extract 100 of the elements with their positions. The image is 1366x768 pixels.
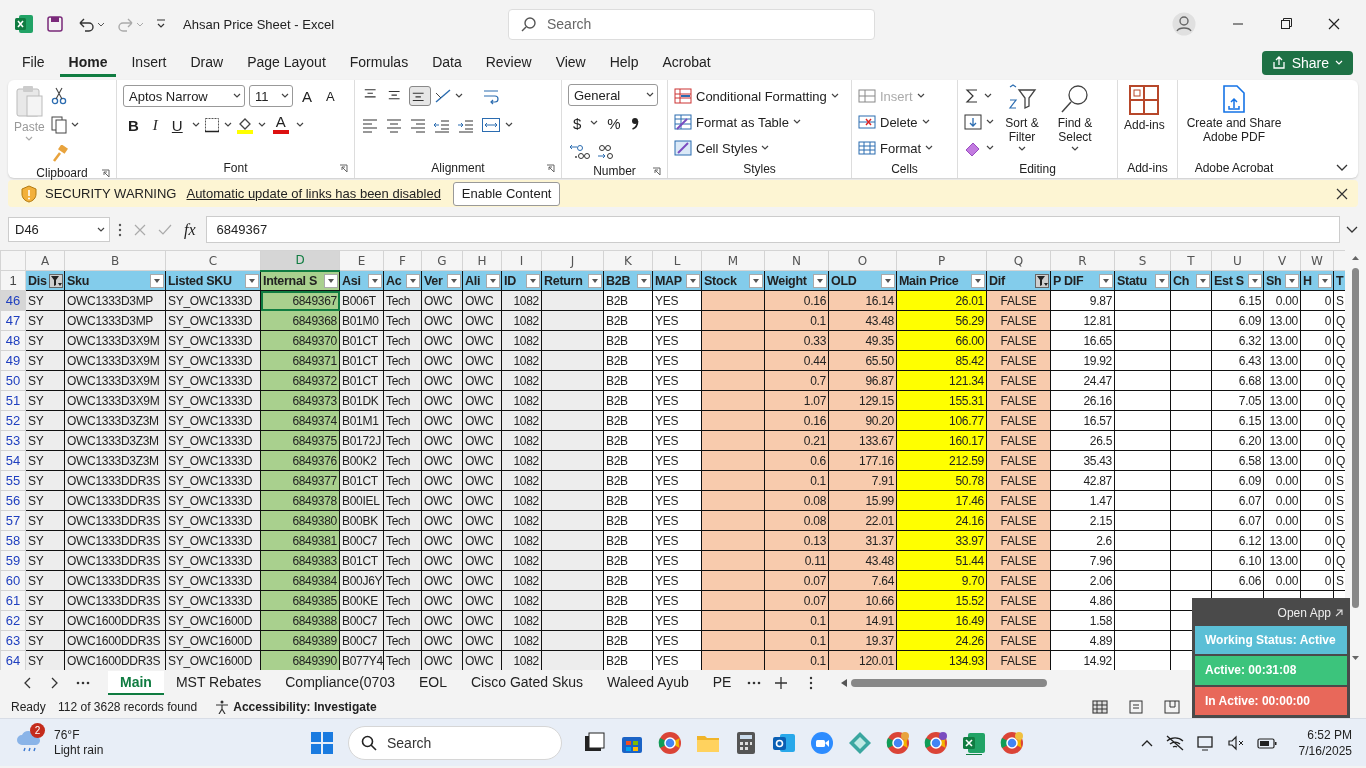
row-number[interactable]: 57 [0,510,26,531]
start-icon[interactable] [310,730,334,755]
increase-decimal-icon[interactable] [568,143,592,161]
eraser-icon[interactable] [964,140,982,156]
column-letter[interactable]: U [1211,250,1264,271]
caret-icon[interactable] [233,93,241,99]
caret-icon[interactable] [191,122,200,128]
clock-date[interactable]: 7/16/2025 [1298,742,1352,759]
caret-icon[interactable] [792,119,801,125]
filter-dropdown-icon[interactable] [324,273,338,288]
search-field[interactable]: Search [508,8,875,40]
browser-icon[interactable] [924,730,948,755]
menu-tab[interactable]: View [546,49,595,77]
previous-sheet-icon[interactable] [24,677,32,689]
column-letter[interactable]: T [1170,250,1212,271]
row-number[interactable]: 54 [0,450,26,471]
save-icon[interactable] [46,15,64,33]
taskbar-search[interactable]: Search [348,725,562,760]
row-number[interactable]: 55 [0,470,26,491]
font-color-button[interactable]: A [269,114,292,136]
caret-icon[interactable] [984,93,992,99]
filter-dropdown-icon[interactable] [1318,273,1332,288]
more-sheets-icon[interactable] [747,681,762,685]
increase-indent-icon[interactable] [457,117,475,133]
menu-tab[interactable]: Insert [122,49,176,77]
filter-dropdown-icon[interactable] [1099,273,1113,288]
filter-dropdown-icon[interactable] [1285,273,1299,288]
bold-button[interactable]: B [123,114,144,136]
row-number[interactable]: 59 [0,550,26,571]
options-icon[interactable] [809,676,814,690]
page-layout-view-icon[interactable] [1128,700,1144,714]
close-icon[interactable] [1336,187,1348,200]
caret-icon[interactable] [295,122,304,128]
font-size-select[interactable]: 11 [249,85,293,107]
fill-down-icon[interactable] [964,114,982,130]
menu-tab[interactable]: Acrobat [653,49,720,77]
column-letter[interactable]: P [896,250,987,271]
browser-icon[interactable] [1000,730,1024,755]
filter-dropdown-icon[interactable] [686,273,700,288]
caret-icon[interactable] [97,226,105,233]
align-right-icon[interactable] [409,117,427,133]
column-letter[interactable]: B [64,250,166,271]
column-letter[interactable]: R [1050,250,1115,271]
column-letter[interactable]: W [1300,250,1334,271]
cells-button[interactable]: Delete [858,110,934,134]
row-number[interactable]: 63 [0,630,26,651]
filter-dropdown-icon[interactable] [971,273,985,288]
close-icon[interactable] [1328,18,1340,30]
open-app-link[interactable]: Open App [1277,602,1343,624]
filter-dropdown-icon[interactable] [447,273,461,288]
column-letter[interactable]: G [421,250,463,271]
insert-function-button[interactable]: fx [184,220,196,239]
link[interactable]: Automatic update of links has been disabled [186,186,441,201]
filter-dropdown-icon[interactable] [813,273,827,288]
caret-icon[interactable] [223,122,232,128]
percent-button[interactable]: % [602,112,626,134]
sheet-tab[interactable]: Compliance(0703 [273,671,407,695]
column-letter[interactable]: F [383,250,422,271]
cells-button[interactable]: Format [858,136,934,160]
create-pdf-button[interactable]: Create and Share Adobe PDF [1184,84,1284,144]
find-select-button[interactable]: Find & Select [1050,84,1100,152]
column-letter[interactable]: D [260,250,340,271]
filter-dropdown-icon[interactable] [749,273,763,288]
spreadsheet-app-icon[interactable] [962,730,986,755]
sheet-tab[interactable]: EOL [406,671,459,695]
caret-icon[interactable] [70,122,79,128]
avatar-icon[interactable] [1172,12,1196,36]
maximize-icon[interactable] [1280,18,1292,30]
video-call-icon[interactable] [810,730,834,755]
filter-dropdown-icon[interactable] [150,273,164,288]
caret-icon[interactable] [646,92,654,98]
column-letter[interactable]: I [501,250,542,271]
name-box[interactable]: D46 [8,217,110,242]
row-number[interactable]: 51 [0,390,26,411]
filter-dropdown-icon[interactable] [1155,273,1169,288]
number-format-select[interactable]: General [568,84,658,106]
caret-icon[interactable] [830,93,839,99]
row-number[interactable]: 53 [0,430,26,451]
expand-formula-icon[interactable] [1346,225,1358,234]
filter-dropdown-icon[interactable] [637,273,651,288]
more-sheets-icon[interactable] [76,681,90,685]
orientation-icon[interactable] [433,87,453,105]
network-off-icon[interactable] [1164,734,1185,751]
row-number[interactable]: 46 [0,290,26,311]
column-letter[interactable]: M [701,250,765,271]
sheet-tab[interactable]: Cisco Gated Skus [459,671,596,695]
filter-dropdown-icon[interactable] [368,273,382,288]
dialog-launcher-icon[interactable] [101,168,110,178]
caret-icon[interactable] [925,145,934,151]
formula-input[interactable]: 6849367 [205,216,1340,243]
browser-icon[interactable] [886,730,910,755]
clock-time[interactable]: 6:52 PM [1307,726,1352,743]
column-letter[interactable]: S [1114,250,1171,271]
customize-toolbar-icon[interactable] [156,18,166,30]
filter-dropdown-icon[interactable] [406,273,420,288]
filter-dropdown-icon[interactable] [245,273,259,288]
menu-tab[interactable]: Home [59,49,117,77]
caret-icon[interactable] [257,122,266,128]
battery-icon[interactable] [1256,735,1277,750]
row-number[interactable]: 56 [0,490,26,511]
